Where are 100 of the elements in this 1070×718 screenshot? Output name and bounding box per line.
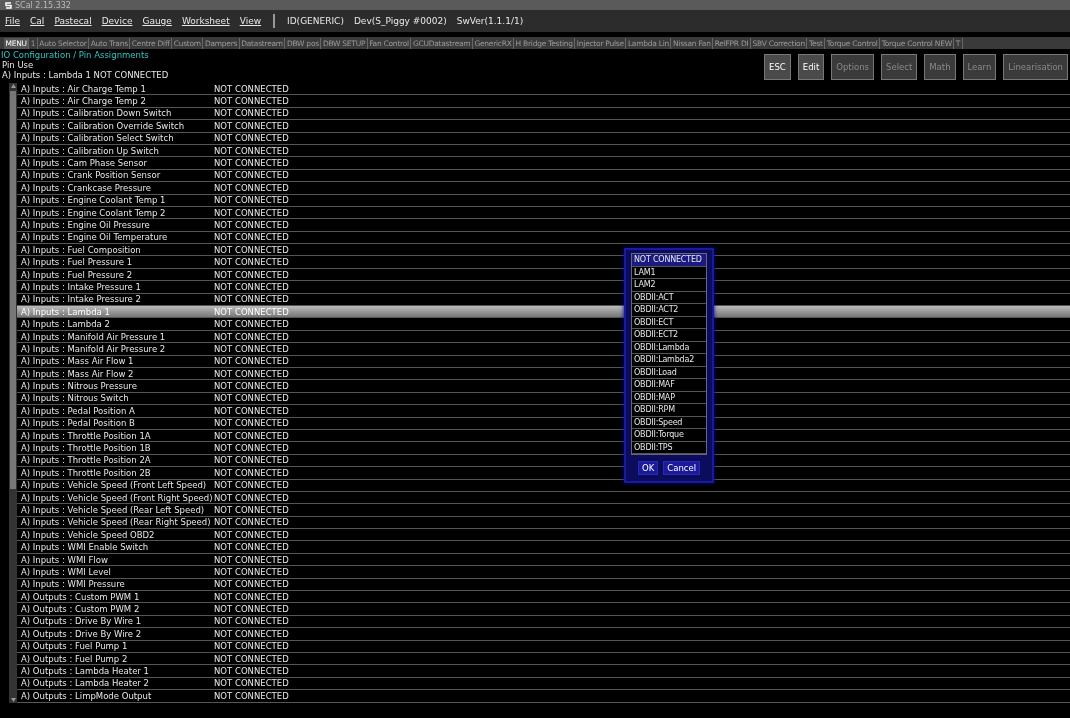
pin-value: NOT CONNECTED	[214, 96, 289, 107]
pin-value: NOT CONNECTED	[214, 170, 289, 181]
pin-row[interactable]: A) Outputs : Custom PWM 2 NOT CONNECTED	[17, 603, 1070, 616]
picker-option[interactable]: OBDII:Lambda2	[632, 354, 706, 367]
pin-row[interactable]: A) Outputs : Drive By Wire 2 NOT CONNECTED	[17, 628, 1070, 641]
app-logo-icon	[5, 1, 12, 9]
picker-option[interactable]: OBDII:Torque	[632, 429, 706, 442]
pin-row[interactable]: A) Inputs : Engine Oil Pressure NOT CONNECTED	[17, 219, 1070, 232]
pin-value: NOT CONNECTED	[214, 120, 289, 131]
pin-row[interactable]: A) Inputs : Vehicle Speed OBD2 NOT CONNECTED	[17, 529, 1070, 542]
pin-value: NOT CONNECTED	[214, 666, 289, 677]
pin-name: A) Inputs : Throttle Position 2B	[20, 467, 152, 478]
pin-row[interactable]: A) Inputs : Vehicle Speed (Rear Left Speed) NOT CONNECTED	[17, 504, 1070, 517]
pin-row[interactable]: A) Inputs : Air Charge Temp 1 NOT CONNECTED	[17, 83, 1070, 96]
pin-row[interactable]: A) Inputs : Air Charge Temp 2 NOT CONNECTED	[17, 95, 1070, 108]
pin-value: NOT CONNECTED	[214, 430, 289, 441]
pin-name: A) Inputs : WMI Flow	[20, 554, 109, 565]
scroll-down-icon[interactable]	[9, 696, 17, 703]
pin-row[interactable]: A) Inputs : Calibration Override Switch NOT CONNECTED	[17, 120, 1070, 133]
pin-value: NOT CONNECTED	[214, 628, 289, 639]
page-title: IO Configuration / Pin Assignments	[1, 50, 150, 60]
pin-name: A) Inputs : Fuel Pressure 1	[20, 257, 134, 268]
pin-value: NOT CONNECTED	[214, 207, 289, 218]
picker-option[interactable]: OBDII:ACT2	[632, 304, 706, 317]
device-info: ID(GENERIC)	[287, 16, 344, 26]
pin-name: A) Inputs : Throttle Position 1B	[20, 443, 152, 453]
pin-name: A) Inputs : Lambda 1	[20, 306, 111, 317]
picker-option[interactable]: OBDII:ECT2	[632, 329, 706, 342]
pin-name: A) Outputs : Lambda Heater 2	[20, 678, 150, 689]
pin-name: A) Inputs : Fuel Composition	[20, 244, 142, 255]
menu-item[interactable]: Worksheet	[181, 16, 230, 26]
pin-value: NOT CONNECTED	[214, 492, 289, 503]
pin-value: NOT CONNECTED	[214, 467, 289, 478]
scroll-up-icon[interactable]	[9, 83, 17, 89]
pin-name: A) Inputs : Cam Phase Sensor	[20, 158, 148, 169]
pin-name: A) Inputs : Throttle Position 1A	[20, 430, 152, 441]
menu-item[interactable]: Pastecal	[54, 16, 92, 26]
pin-value: NOT CONNECTED	[214, 504, 289, 515]
pin-name: A) Inputs : Vehicle Speed (Rear Left Speed)	[20, 504, 206, 515]
pin-name: A) Inputs : Vehicle Speed (Front Left Speed)	[20, 480, 208, 491]
device-info: Dev(S_Piggy #0002)	[353, 16, 447, 26]
pin-name: A) Inputs : Crank Position Sensor	[20, 170, 162, 181]
pin-name: A) Inputs : Air Charge Temp 1	[20, 83, 147, 94]
pin-value: NOT CONNECTED	[214, 418, 289, 429]
pin-row[interactable]: A) Inputs : WMI Level NOT CONNECTED	[17, 566, 1070, 579]
picker-option[interactable]: OBDII:MAF	[632, 379, 706, 392]
pin-name: A) Inputs : Engine Oil Pressure	[20, 220, 151, 230]
dialog-button[interactable]: OK	[637, 461, 659, 475]
pin-name: A) Outputs : Drive By Wire 2	[20, 628, 143, 639]
pin-value: NOT CONNECTED	[214, 319, 289, 330]
menu-item[interactable]: View	[239, 16, 262, 26]
header-label: Pin Use	[2, 60, 35, 70]
pin-name: A) Inputs : Calibration Override Switch	[20, 120, 186, 131]
pin-name: A) Inputs : Pedal Position B	[20, 418, 136, 429]
picker-option[interactable]: OBDII:RPM	[632, 404, 706, 417]
pin-row[interactable]: A) Outputs : LimpMode Output NOT CONNECTED	[17, 690, 1070, 703]
pin-row[interactable]: A) Inputs : Cam Phase Sensor NOT CONNECTED	[17, 157, 1070, 170]
pin-value: NOT CONNECTED	[214, 294, 289, 305]
pin-value: NOT CONNECTED	[214, 455, 289, 466]
pin-name: A) Outputs : Custom PWM 1	[20, 591, 141, 602]
action-button[interactable]: ESC	[764, 54, 791, 80]
menu-item[interactable]: Gauge	[142, 16, 172, 26]
pin-name: A) Inputs : Pedal Position A	[20, 405, 136, 416]
device-info: SwVer(1.1.1/1)	[456, 16, 524, 26]
pin-value: NOT CONNECTED	[214, 616, 289, 627]
pin-value: NOT CONNECTED	[214, 542, 289, 553]
pin-value: NOT CONNECTED	[214, 690, 289, 701]
pin-row[interactable]: A) Inputs : WMI Enable Switch NOT CONNECTED	[17, 541, 1070, 554]
pin-value: NOT CONNECTED	[214, 405, 289, 416]
pin-value: NOT CONNECTED	[214, 145, 289, 156]
pin-value: NOT CONNECTED	[214, 269, 289, 280]
menu-item[interactable]: File	[5, 16, 21, 26]
dialog-button[interactable]: Cancel	[663, 461, 701, 475]
pin-name: A) Inputs : Intake Pressure 2	[20, 294, 142, 305]
pin-name: A) Inputs : WMI Level	[20, 566, 112, 577]
picker-option[interactable]: NOT CONNECTED	[632, 254, 706, 267]
pin-value: NOT CONNECTED	[214, 480, 289, 491]
picker-option[interactable]: LAM2	[632, 279, 706, 292]
pin-value: NOT CONNECTED	[214, 83, 289, 94]
pin-value: NOT CONNECTED	[214, 306, 289, 317]
pin-name: A) Inputs : Manifold Air Pressure 2	[20, 343, 167, 354]
pin-name: A) Inputs : Air Charge Temp 2	[20, 96, 147, 107]
pin-value: NOT CONNECTED	[214, 158, 289, 169]
pin-name: A) Outputs : LimpMode Output	[20, 690, 153, 701]
scroll-thumb[interactable]	[10, 91, 16, 489]
menu-item[interactable]: Device	[101, 16, 133, 26]
action-button[interactable]: Edit	[797, 54, 825, 80]
pin-value: NOT CONNECTED	[214, 331, 289, 342]
pin-name: A) Inputs : Crankcase Pressure	[20, 182, 153, 193]
pin-row[interactable]: A) Outputs : Lambda Heater 1 NOT CONNECTED	[17, 665, 1070, 678]
pin-name: A) Outputs : Lambda Heater 1	[20, 666, 150, 677]
pin-name: A) Inputs : WMI Enable Switch	[20, 542, 150, 553]
scrollbar[interactable]	[9, 83, 17, 703]
pin-row[interactable]: A) Inputs : Crankcase Pressure NOT CONNECTED	[17, 182, 1070, 195]
pin-name: A) Inputs : Engine Oil Temperature	[20, 232, 169, 243]
pin-row[interactable]: A) Outputs : Custom PWM 1 NOT CONNECTED	[17, 591, 1070, 604]
pin-value: NOT CONNECTED	[214, 678, 289, 689]
menu-item[interactable]: Cal	[30, 16, 45, 26]
pin-name: A) Inputs : Engine Coolant Temp 2	[20, 207, 167, 218]
pin-value: NOT CONNECTED	[214, 381, 289, 392]
